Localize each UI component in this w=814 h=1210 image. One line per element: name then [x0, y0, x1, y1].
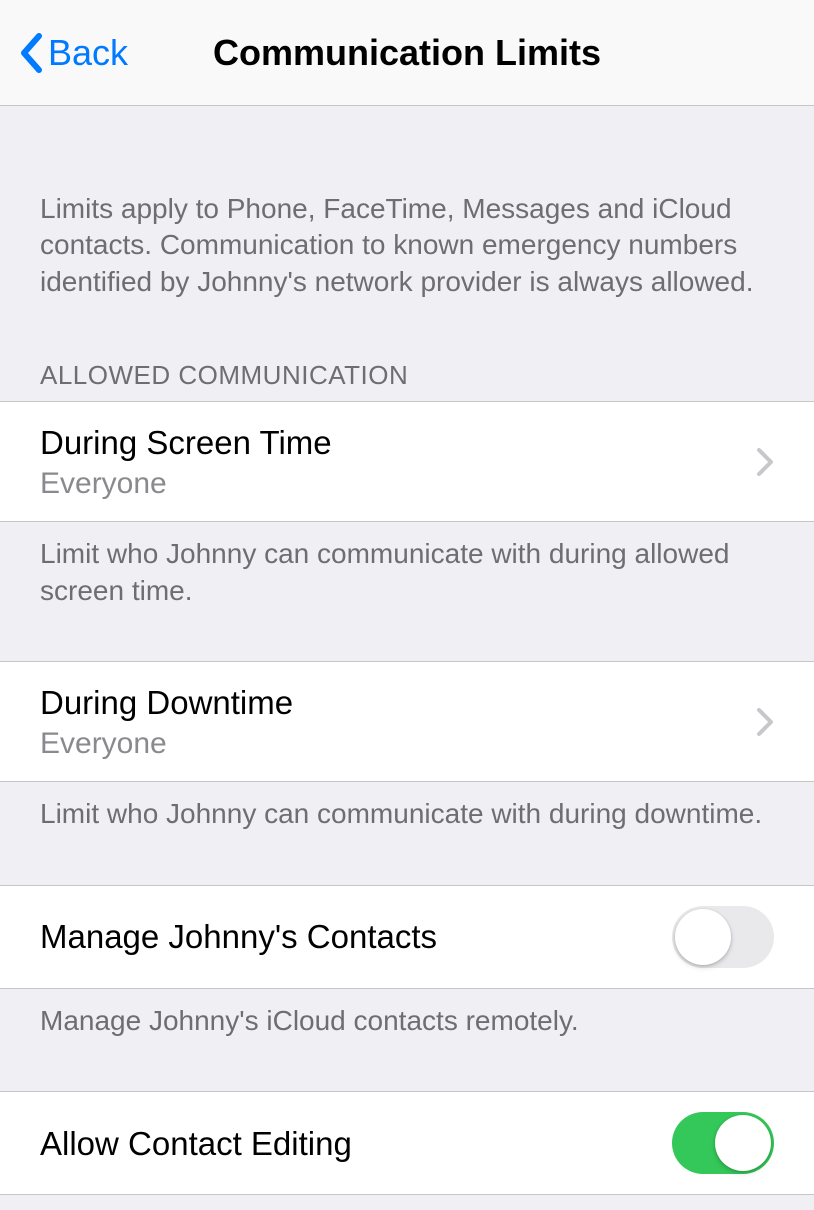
- nav-bar: Back Communication Limits: [0, 0, 814, 106]
- chevron-right-icon: [756, 707, 774, 737]
- section-header-allowed-communication: ALLOWED COMMUNICATION: [0, 300, 814, 401]
- chevron-right-icon: [756, 447, 774, 477]
- row-title: Allow Contact Editing: [40, 1123, 672, 1164]
- intro-text: Limits apply to Phone, FaceTime, Message…: [0, 106, 814, 300]
- row-during-downtime[interactable]: During Downtime Everyone: [0, 661, 814, 782]
- back-label: Back: [48, 32, 128, 74]
- footer-manage-contacts: Manage Johnny's iCloud contacts remotely…: [0, 989, 814, 1065]
- row-title: During Downtime: [40, 682, 746, 723]
- back-button[interactable]: Back: [18, 32, 128, 74]
- row-value: Everyone: [40, 727, 746, 761]
- footer-downtime: Limit who Johnny can communicate with du…: [0, 782, 814, 858]
- row-title: Manage Johnny's Contacts: [40, 916, 672, 957]
- row-value: Everyone: [40, 467, 746, 501]
- row-title: During Screen Time: [40, 422, 746, 463]
- switch-manage-contacts[interactable]: [672, 906, 774, 968]
- chevron-left-icon: [18, 33, 44, 73]
- footer-screen-time: Limit who Johnny can communicate with du…: [0, 522, 814, 635]
- row-during-screen-time[interactable]: During Screen Time Everyone: [0, 401, 814, 522]
- row-manage-contacts: Manage Johnny's Contacts: [0, 885, 814, 989]
- row-allow-contact-editing: Allow Contact Editing: [0, 1091, 814, 1195]
- switch-allow-contact-editing[interactable]: [672, 1112, 774, 1174]
